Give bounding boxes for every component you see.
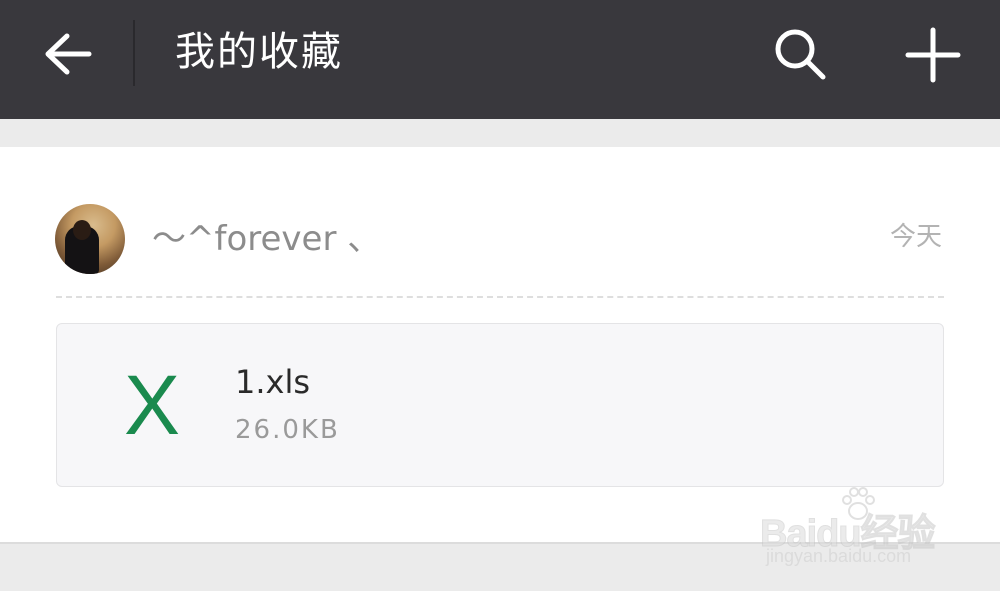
top-bar: 我的收藏 <box>0 0 1000 119</box>
excel-file-icon: X <box>123 358 181 452</box>
plus-icon <box>905 27 961 83</box>
page-title: 我的收藏 <box>175 29 343 75</box>
back-button[interactable] <box>30 20 106 88</box>
search-button[interactable] <box>768 22 832 86</box>
baidu-watermark: Baidu经验 jingyan.baidu.com <box>760 484 960 574</box>
favorite-date: 今天 <box>889 222 942 252</box>
arrow-left-icon <box>45 33 92 75</box>
file-name: 1.xls <box>235 363 311 401</box>
dashed-divider <box>56 296 944 298</box>
header-divider <box>133 20 135 86</box>
section-gap <box>0 119 1000 147</box>
file-size: 26.0KB <box>235 415 340 445</box>
watermark-url: jingyan.baidu.com <box>766 546 912 566</box>
username: ～^forever 、 <box>152 219 382 259</box>
search-icon <box>775 29 826 80</box>
add-button[interactable] <box>898 20 968 90</box>
file-attachment[interactable]: X 1.xls 26.0KB <box>56 323 944 487</box>
avatar[interactable] <box>55 204 125 274</box>
